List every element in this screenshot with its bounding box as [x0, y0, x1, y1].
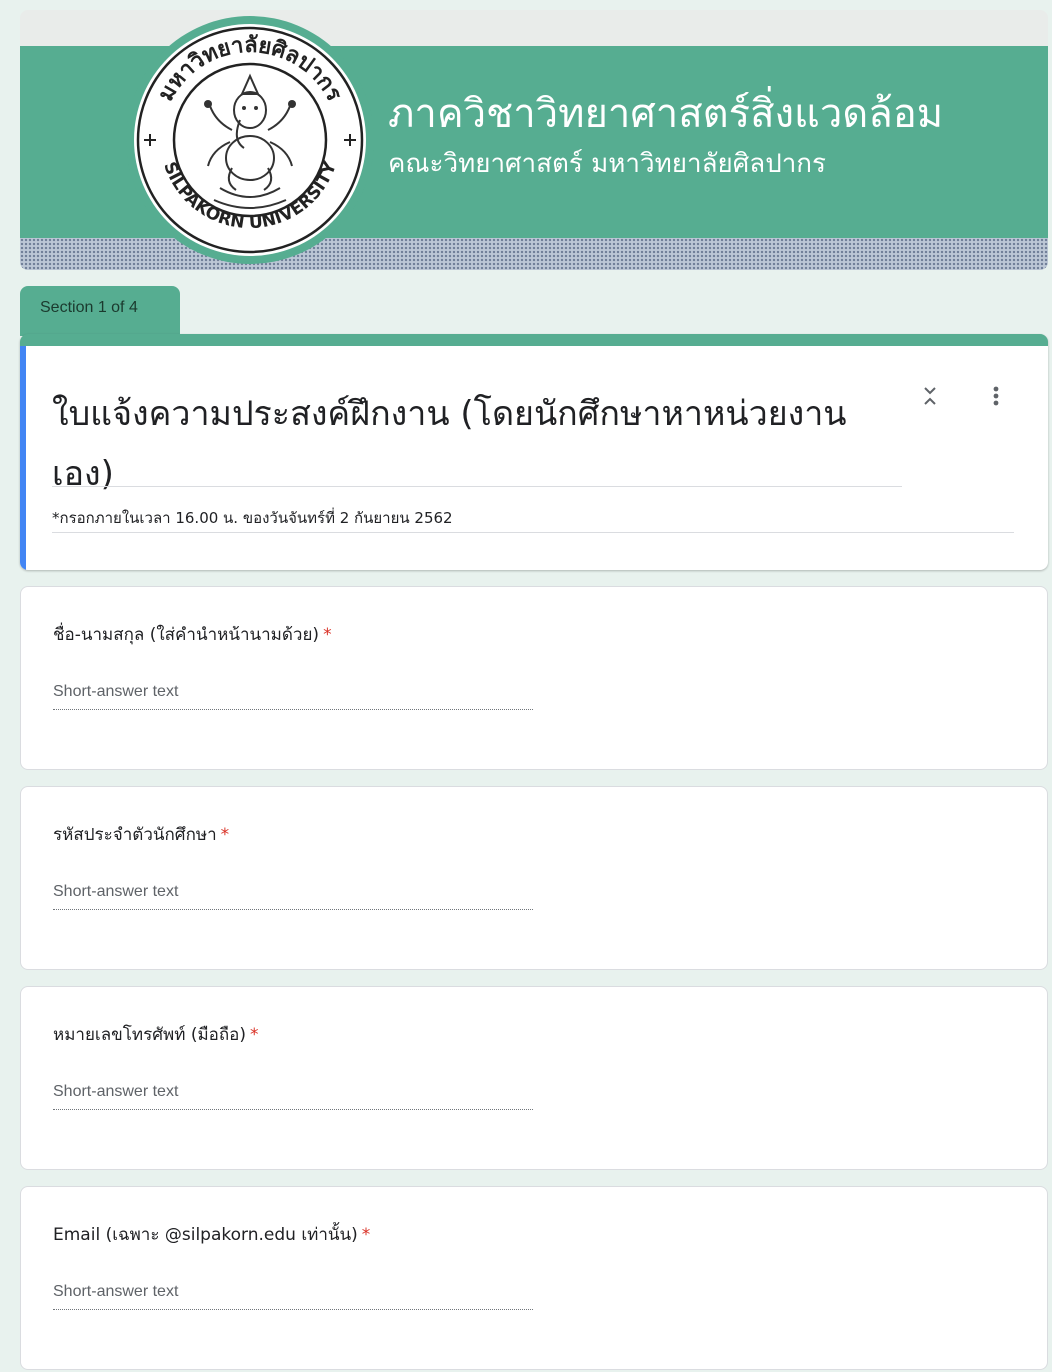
short-answer-field[interactable]: Short-answer text — [53, 683, 533, 710]
question-title: ชื่อ-นามสกุล (ใส่คำนำหน้านามด้วย) * — [53, 621, 332, 648]
collapse-section-button[interactable] — [916, 382, 944, 418]
question-title: รหัสประจำตัวนักศึกษา * — [53, 821, 229, 848]
question-card[interactable]: หมายเลขโทรศัพท์ (มือถือ) * Short-answer t… — [20, 986, 1048, 1170]
header-banner: มหาวิทยาลัยศิลปากร SILPAKORN UNIVERSITY — [20, 10, 1048, 270]
section-tab: Section 1 of 4 — [20, 286, 180, 336]
university-seal-icon: มหาวิทยาลัยศิลปากร SILPAKORN UNIVERSITY — [120, 10, 380, 270]
required-asterisk: * — [323, 625, 332, 645]
short-answer-field[interactable]: Short-answer text — [53, 1283, 533, 1310]
title-underline — [52, 486, 902, 487]
required-asterisk: * — [361, 1225, 371, 1245]
required-asterisk: * — [220, 825, 230, 845]
description-underline — [52, 532, 1014, 533]
question-label: Email (เฉพาะ @silpakorn.edu เท่านั้น) — [53, 1225, 358, 1245]
banner-subtitle: คณะวิทยาศาสตร์ มหาวิทยาลัยศิลปากร — [388, 149, 827, 179]
form-title-card[interactable]: ใบแจ้งความประสงค์ฝึกงาน (โดยนักศึกษาหาหน… — [20, 334, 1048, 570]
more-options-button[interactable] — [982, 382, 1010, 418]
question-title: หมายเลขโทรศัพท์ (มือถือ) * — [53, 1021, 259, 1048]
question-card[interactable]: Email (เฉพาะ @silpakorn.edu เท่านั้น) * S… — [20, 1186, 1048, 1370]
banner-title: ภาควิชาวิทยาศาสตร์สิ่งแวดล้อม — [388, 91, 944, 137]
short-answer-field[interactable]: Short-answer text — [53, 1083, 533, 1110]
active-card-indicator — [20, 346, 26, 570]
short-answer-field[interactable]: Short-answer text — [53, 883, 533, 910]
question-card[interactable]: รหัสประจำตัวนักศึกษา * Short-answer text — [20, 786, 1048, 970]
question-label: หมายเลขโทรศัพท์ (มือถือ) — [53, 1025, 247, 1045]
collapse-section-icon — [924, 387, 936, 405]
question-title: Email (เฉพาะ @silpakorn.edu เท่านั้น) * — [53, 1221, 370, 1248]
form-description[interactable]: *กรอกภายในเวลา 16.00 น. ของวันจันทร์ที่ … — [52, 506, 453, 530]
question-label: รหัสประจำตัวนักศึกษา — [53, 825, 217, 845]
more-vert-icon — [993, 386, 999, 406]
question-card[interactable]: ชื่อ-นามสกุล (ใส่คำนำหน้านามด้วย) * Short… — [20, 586, 1048, 770]
required-asterisk: * — [250, 1025, 259, 1045]
question-label: ชื่อ-นามสกุล (ใส่คำนำหน้านามด้วย) — [53, 625, 320, 645]
